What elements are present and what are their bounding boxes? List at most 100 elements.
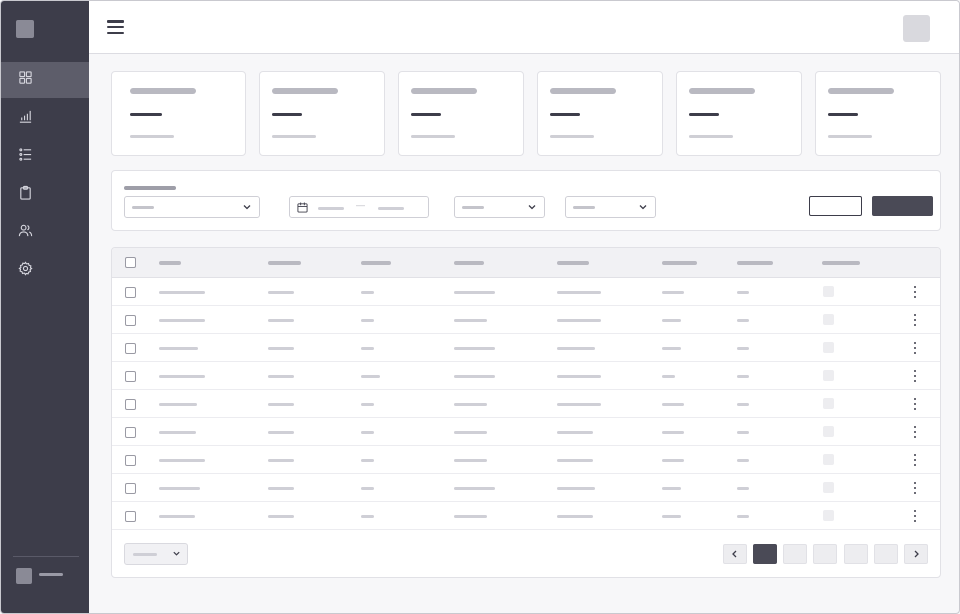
- stat-card-value: [130, 113, 162, 116]
- table-cell: [268, 291, 294, 294]
- row-checkbox[interactable]: [125, 343, 136, 354]
- table-cell: [454, 515, 487, 518]
- stat-card-value: [550, 113, 580, 116]
- stat-card-title: [828, 88, 894, 94]
- table-cell: [662, 431, 684, 434]
- table-row[interactable]: [112, 306, 940, 334]
- table-row[interactable]: [112, 390, 940, 418]
- column-header[interactable]: [662, 261, 697, 265]
- apply-button[interactable]: [872, 196, 933, 216]
- select-all-checkbox[interactable]: [125, 257, 136, 268]
- more-vertical-icon[interactable]: [912, 482, 918, 494]
- row-checkbox[interactable]: [125, 511, 136, 522]
- table-cell: [737, 431, 749, 434]
- table-cell: [737, 319, 749, 322]
- column-header[interactable]: [557, 261, 589, 265]
- chevron-down-icon: [639, 205, 647, 210]
- more-vertical-icon[interactable]: [912, 342, 918, 354]
- row-checkbox[interactable]: [125, 427, 136, 438]
- table-row[interactable]: [112, 474, 940, 502]
- stat-card[interactable]: [537, 71, 663, 156]
- status-badge: [823, 426, 834, 437]
- column-header[interactable]: [361, 261, 391, 265]
- stat-card[interactable]: [111, 71, 246, 156]
- table-row[interactable]: [112, 502, 940, 530]
- sidebar-item-clipboard[interactable]: [1, 177, 89, 213]
- column-header[interactable]: [268, 261, 301, 265]
- stat-card[interactable]: [815, 71, 941, 156]
- reset-button[interactable]: [809, 196, 862, 216]
- more-vertical-icon[interactable]: [912, 426, 918, 438]
- table-cell: [557, 291, 601, 294]
- table-cell: [361, 375, 380, 378]
- select-placeholder: [462, 206, 484, 209]
- column-header[interactable]: [822, 261, 860, 265]
- table-cell: [557, 347, 595, 350]
- table-cell: [662, 347, 681, 350]
- avatar[interactable]: [16, 568, 32, 584]
- app-logo[interactable]: [16, 20, 34, 38]
- pagination-page[interactable]: [844, 544, 868, 564]
- column-header[interactable]: [454, 261, 484, 265]
- more-vertical-icon[interactable]: [912, 286, 918, 298]
- row-checkbox[interactable]: [125, 287, 136, 298]
- stat-card[interactable]: [259, 71, 385, 156]
- pagination-page[interactable]: [813, 544, 837, 564]
- pagination-page[interactable]: [753, 544, 777, 564]
- filter-select-2[interactable]: [454, 196, 545, 218]
- sidebar-item-analytics[interactable]: [1, 101, 89, 137]
- stat-card[interactable]: [398, 71, 524, 156]
- table-cell: [557, 515, 593, 518]
- more-vertical-icon[interactable]: [912, 510, 918, 522]
- stat-card-title: [411, 88, 477, 94]
- table-cell: [361, 403, 374, 406]
- users-icon: [18, 223, 33, 243]
- filter-select-3[interactable]: [565, 196, 656, 218]
- table-cell: [737, 515, 749, 518]
- sidebar-item-list[interactable]: [1, 139, 89, 175]
- hamburger-icon[interactable]: [107, 18, 124, 36]
- more-vertical-icon[interactable]: [912, 454, 918, 466]
- stat-card-subtext: [689, 135, 733, 138]
- user-avatar[interactable]: [903, 15, 930, 42]
- pagination-next[interactable]: [904, 544, 928, 564]
- table-cell: [159, 375, 205, 378]
- table-row[interactable]: [112, 362, 940, 390]
- page-size-select[interactable]: [124, 543, 188, 565]
- row-checkbox[interactable]: [125, 399, 136, 410]
- column-header[interactable]: [737, 261, 773, 265]
- table-row[interactable]: [112, 446, 940, 474]
- table-cell: [454, 459, 487, 462]
- status-badge: [823, 398, 834, 409]
- sidebar-item-settings[interactable]: [1, 253, 89, 289]
- row-checkbox[interactable]: [125, 483, 136, 494]
- more-vertical-icon[interactable]: [912, 314, 918, 326]
- date-range-picker[interactable]: —: [289, 196, 429, 218]
- table-row[interactable]: [112, 278, 940, 306]
- clipboard-icon: [18, 185, 33, 205]
- data-table: [111, 247, 941, 578]
- list-icon: [18, 147, 33, 167]
- row-checkbox[interactable]: [125, 371, 136, 382]
- table-row[interactable]: [112, 418, 940, 446]
- bar-chart-icon: [18, 109, 33, 129]
- column-header[interactable]: [159, 261, 181, 265]
- sidebar-item-users[interactable]: [1, 215, 89, 251]
- pagination-prev[interactable]: [723, 544, 747, 564]
- table-row[interactable]: [112, 334, 940, 362]
- table-cell: [454, 347, 495, 350]
- filter-select-1[interactable]: [124, 196, 260, 218]
- stat-card[interactable]: [676, 71, 802, 156]
- status-badge: [823, 454, 834, 465]
- more-vertical-icon[interactable]: [912, 370, 918, 382]
- row-checkbox[interactable]: [125, 315, 136, 326]
- more-vertical-icon[interactable]: [912, 398, 918, 410]
- pagination-page[interactable]: [874, 544, 898, 564]
- sidebar-item-dashboard[interactable]: [1, 62, 89, 98]
- table-cell: [454, 375, 495, 378]
- sidebar-user-name: [39, 573, 63, 576]
- table-cell: [737, 347, 749, 350]
- pagination-page[interactable]: [783, 544, 807, 564]
- table-cell: [454, 487, 495, 490]
- row-checkbox[interactable]: [125, 455, 136, 466]
